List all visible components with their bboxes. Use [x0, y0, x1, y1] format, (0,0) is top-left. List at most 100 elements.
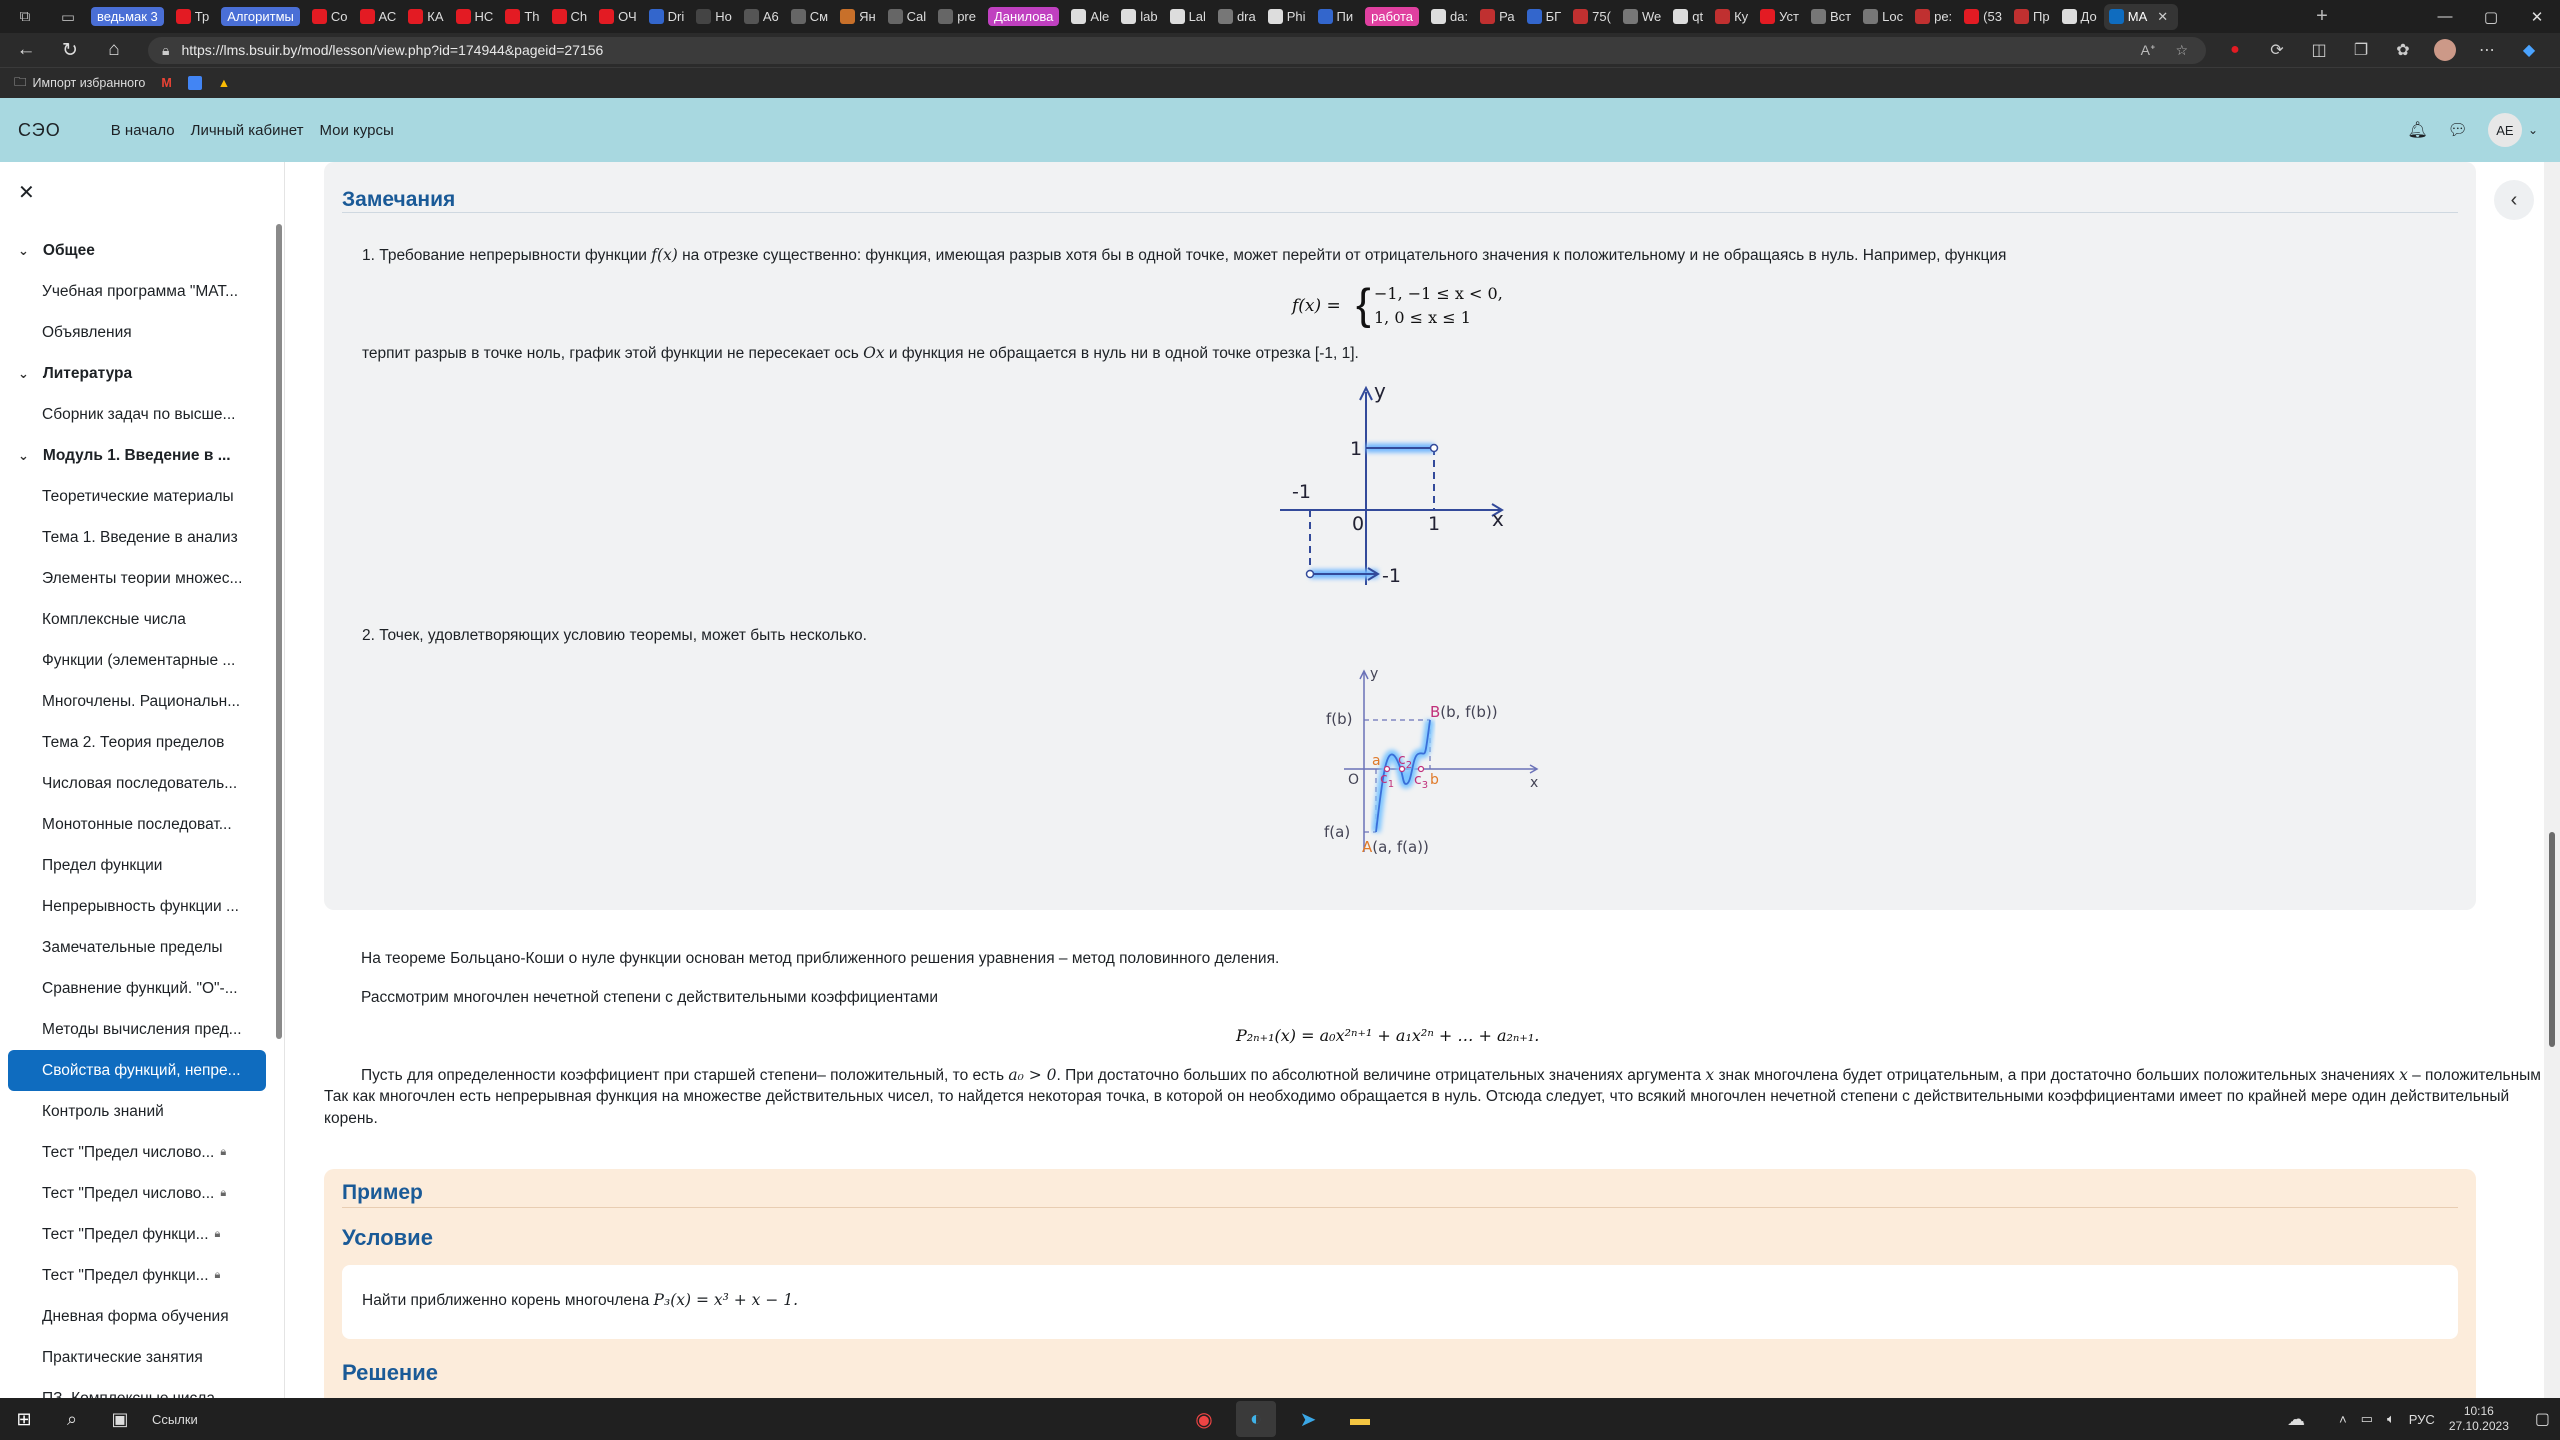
- browser-tab[interactable]: Ale: [1066, 4, 1114, 30]
- sidebar-item[interactable]: Методы вычисления пред...: [8, 1009, 266, 1050]
- browser-tab[interactable]: Пр: [2009, 4, 2055, 30]
- sidebar-item[interactable]: Непрерывность функции ...: [8, 886, 266, 927]
- browser-tab[interactable]: We: [1618, 4, 1666, 30]
- sidebar-item[interactable]: Тест "Предел функци... 🔒︎: [8, 1255, 266, 1296]
- app-chrome-icon[interactable]: ◉: [1184, 1401, 1224, 1437]
- sidebar-item[interactable]: Элементы теории множес...: [8, 558, 266, 599]
- browser-tab[interactable]: Данилова: [983, 4, 1064, 30]
- browser-tab[interactable]: Cal: [883, 4, 932, 30]
- sidebar-item[interactable]: Тема 2. Теория пределов: [8, 722, 266, 763]
- sidebar-item[interactable]: Числовая последователь...: [8, 763, 266, 804]
- bookmark-gmail[interactable]: M: [161, 76, 171, 90]
- search-icon[interactable]: ⌕: [48, 1409, 96, 1430]
- back-icon[interactable]: ←: [4, 39, 48, 61]
- sidebar-item[interactable]: Сборник задач по высше...: [8, 394, 266, 435]
- sidebar-item[interactable]: Тест "Предел числово... 🔒︎: [8, 1173, 266, 1214]
- sidebar-item[interactable]: Учебная программа "МАТ...: [8, 271, 266, 312]
- app-explorer-icon[interactable]: ▬: [1340, 1401, 1380, 1437]
- nav-dashboard-link[interactable]: Личный кабинет: [191, 122, 304, 139]
- sidebar-item[interactable]: Многочлены. Рациональн...: [8, 681, 266, 722]
- browser-tab[interactable]: dra: [1213, 4, 1261, 30]
- browser-tab[interactable]: ре:: [1910, 4, 1957, 30]
- browser-tab[interactable]: МА ✕: [2103, 3, 2179, 30]
- sidebar-item[interactable]: Тест "Предел числово... 🔒︎: [8, 1132, 266, 1173]
- sidebar-item[interactable]: Замечательные пределы: [8, 927, 266, 968]
- browser-tab[interactable]: До: [2057, 4, 2102, 30]
- app-telegram-icon[interactable]: ➤: [1288, 1401, 1328, 1437]
- sidebar-section[interactable]: ⌄ Модуль 1. Введение в ...: [8, 435, 266, 476]
- browser-tab[interactable]: (53: [1959, 4, 2007, 30]
- browser-tab[interactable]: Ра: [1475, 4, 1519, 30]
- windows-start-icon[interactable]: ⊞: [0, 1409, 48, 1430]
- sidebar-section[interactable]: ⌄ Общее: [8, 230, 266, 271]
- browser-tab[interactable]: Ку: [1710, 4, 1753, 30]
- browser-tab[interactable]: Алгоритмы: [216, 4, 305, 30]
- user-menu[interactable]: AE ⌄: [2487, 113, 2538, 147]
- browser-tab[interactable]: Ho: [691, 4, 737, 30]
- volume-icon[interactable]: 🔈︎: [2387, 1411, 2395, 1427]
- bookmark-drive[interactable]: ▲: [218, 76, 230, 90]
- read-aloud-icon[interactable]: Aᐩ: [2141, 42, 2156, 59]
- sidebar-item[interactable]: Комплексные числа: [8, 599, 266, 640]
- extension-icon[interactable]: ●: [2214, 41, 2256, 59]
- sidebar-item[interactable]: Практические занятия: [8, 1337, 266, 1378]
- sidebar-scrollbar[interactable]: [276, 224, 282, 1039]
- favorite-star-icon[interactable]: ☆: [2175, 42, 2188, 59]
- sidebar-section[interactable]: ⌄ Литература: [8, 353, 266, 394]
- browser-tab[interactable]: A6: [739, 4, 784, 30]
- browser-tab[interactable]: ОЧ: [594, 4, 642, 30]
- close-window-icon[interactable]: ✕: [2514, 8, 2560, 26]
- bookmark-import[interactable]: 🗀︎ Импорт избранного: [14, 73, 145, 94]
- sidebar-item[interactable]: Объявления: [8, 312, 266, 353]
- language-indicator[interactable]: РУС: [2409, 1412, 2435, 1427]
- page-scrollbar[interactable]: [2544, 162, 2560, 1398]
- browser-tab[interactable]: Co: [307, 4, 353, 30]
- open-block-drawer-button[interactable]: ‹: [2494, 180, 2534, 220]
- browser-tab[interactable]: БГ: [1522, 4, 1567, 30]
- network-icon[interactable]: ▭: [2361, 1411, 2373, 1427]
- nav-my-courses-link[interactable]: Мои курсы: [320, 122, 394, 139]
- profile-icon[interactable]: [2424, 39, 2466, 61]
- nav-home-link[interactable]: В начало: [111, 122, 175, 139]
- browser-tab[interactable]: Ян: [835, 4, 881, 30]
- split-screen-icon[interactable]: ◫: [2298, 40, 2340, 60]
- browser-tab[interactable]: АС: [355, 4, 402, 30]
- browser-tab[interactable]: Dri: [644, 4, 690, 30]
- browser-tab[interactable]: Loc: [1858, 4, 1908, 30]
- new-tab-button[interactable]: +: [2302, 0, 2342, 33]
- more-icon[interactable]: ⋯: [2466, 40, 2508, 60]
- address-bar[interactable]: 🔒︎ https://lms.bsuir.by/mod/lesson/view.…: [148, 36, 2206, 64]
- sidebar-item[interactable]: Монотонные последоват...: [8, 804, 266, 845]
- browser-tab[interactable]: Th: [500, 4, 544, 30]
- tray-overflow-icon[interactable]: ˄: [2339, 1412, 2347, 1427]
- chevron-down-icon[interactable]: ⌄: [18, 366, 29, 382]
- close-tab-icon[interactable]: ✕: [2157, 9, 2168, 25]
- onedrive-icon[interactable]: ☁: [2287, 1409, 2305, 1430]
- site-logo[interactable]: СЭО: [18, 120, 61, 141]
- browser-tab[interactable]: Уст: [1755, 4, 1804, 30]
- page-scrollbar-thumb[interactable]: [2549, 832, 2555, 1047]
- browser-tab[interactable]: Тр: [171, 4, 214, 30]
- taskbar-search-label[interactable]: Ссылки: [152, 1412, 198, 1427]
- chevron-down-icon[interactable]: ⌄: [18, 448, 29, 464]
- collections-icon[interactable]: ❐: [2340, 40, 2382, 60]
- app-edge-icon[interactable]: ◐: [1236, 1401, 1276, 1437]
- reload-icon[interactable]: ↻: [48, 39, 92, 62]
- browser-tab[interactable]: Phi: [1263, 4, 1311, 30]
- notifications-bell-icon[interactable]: 🔔︎: [2407, 120, 2427, 140]
- tab-actions-icon[interactable]: ▭: [50, 0, 86, 33]
- browser-tab[interactable]: Вст: [1806, 4, 1856, 30]
- close-drawer-icon[interactable]: ✕: [18, 180, 35, 205]
- sidebar-item[interactable]: Функции (элементарные ...: [8, 640, 266, 681]
- sidebar-item[interactable]: Сравнение функций. "О"-...: [8, 968, 266, 1009]
- sidebar-item[interactable]: Дневная форма обучения: [8, 1296, 266, 1337]
- sidebar-item[interactable]: Теоретические материалы: [8, 476, 266, 517]
- sidebar-item[interactable]: Свойства функций, непре...: [8, 1050, 266, 1091]
- sidebar-item[interactable]: Тема 1. Введение в анализ: [8, 517, 266, 558]
- browser-tab[interactable]: Lal: [1165, 4, 1211, 30]
- messages-icon[interactable]: 💬︎: [2448, 120, 2468, 140]
- browser-tab[interactable]: ведьмак 3: [86, 4, 169, 30]
- sidebar-item[interactable]: Контроль знаний: [8, 1091, 266, 1132]
- browser-tab[interactable]: работа: [1360, 4, 1424, 30]
- browser-tab[interactable]: Пи: [1313, 4, 1359, 30]
